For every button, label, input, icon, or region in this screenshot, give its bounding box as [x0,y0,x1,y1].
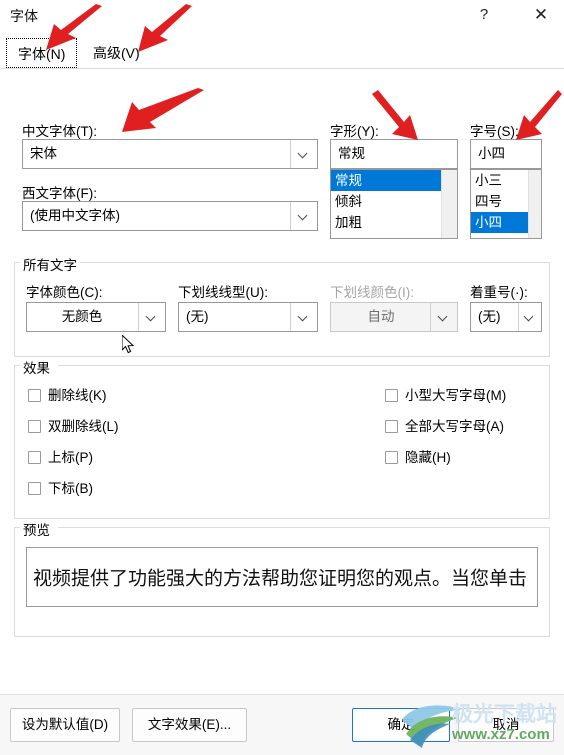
chinese-font-value: 宋体 [30,146,57,161]
checkbox-label: 双删除线(L) [48,419,119,434]
underline-style-label: 下划线线型(U): [178,285,268,300]
font-style-scrollbar[interactable] [441,170,457,238]
underline-color-value: 自动 [367,309,395,324]
latin-font-label: 西文字体(F): [22,186,97,201]
ok-button[interactable]: 确定 [352,708,450,742]
font-color-label: 字体颜色(C): [26,285,103,300]
underline-color-combo: 自动 [330,302,458,332]
checkbox-label: 下标(B) [48,481,93,496]
checkbox-icon[interactable] [28,420,41,433]
close-icon[interactable]: ✕ [524,2,558,28]
set-default-button[interactable]: 设为默认值(D) [10,708,120,742]
title-bar: 字体 ? ✕ [0,0,564,33]
checkbox-label: 全部大写字母(A) [405,419,504,434]
chevron-down-icon[interactable] [518,303,541,331]
group-line-right [58,365,550,366]
chevron-down-icon [430,303,457,331]
latin-font-value: (使用中文字体) [30,208,120,223]
chevron-down-icon[interactable] [138,303,165,331]
chinese-font-combo[interactable]: 宋体 [22,139,318,169]
tab-bar: 字体(N) 高级(V) [0,32,564,69]
font-style-input[interactable]: 常规 [330,139,458,169]
font-size-listbox[interactable]: 小三 四号 小四 [470,169,542,239]
checkbox-label: 隐藏(H) [405,450,451,465]
font-style-label: 字形(Y): [330,124,379,139]
checkbox-icon[interactable] [385,451,398,464]
group-line-right [80,262,550,263]
checkbox-label: 上标(P) [48,450,93,465]
font-style-value: 常规 [338,146,365,161]
emphasis-mark-value: (无) [478,309,501,324]
all-text-group-title: 所有文字 [20,254,80,274]
underline-style-value: (无) [186,309,209,324]
list-item[interactable]: 常规 [331,170,442,191]
chevron-down-icon[interactable] [290,202,317,230]
font-color-value: 无颜色 [61,309,103,324]
preview-box: 视频提供了功能强大的方法帮助您证明您的观点。当您单击 [26,547,538,607]
font-size-scrollbar[interactable] [528,170,541,238]
chevron-down-icon[interactable] [290,303,317,331]
text-effects-button[interactable]: 文字效果(E)... [132,708,247,742]
checkbox-icon[interactable] [385,389,398,402]
preview-group-title: 预览 [20,519,53,539]
preview-text: 视频提供了功能强大的方法帮助您证明您的观点。当您单击 [33,568,528,590]
checkbox-icon[interactable] [28,451,41,464]
list-item[interactable]: 加粗 [331,212,442,233]
underline-style-combo[interactable]: (无) [178,302,318,332]
font-style-listbox[interactable]: 常规 倾斜 加粗 [330,169,458,239]
checkbox-label: 小型大写字母(M) [405,388,507,403]
latin-font-combo[interactable]: (使用中文字体) [22,201,318,231]
effects-group-title: 效果 [20,357,53,377]
tab-font[interactable]: 字体(N) [6,38,78,68]
watermark-brand: 极光下载站 [452,703,557,726]
emphasis-mark-label: 着重号(·): [470,285,528,300]
group-line-right [58,527,550,528]
checkbox-icon[interactable] [28,482,41,495]
help-icon[interactable]: ? [470,2,498,28]
mouse-cursor [122,335,135,354]
checkbox-icon[interactable] [385,420,398,433]
list-item[interactable]: 小三 [471,170,529,191]
checkbox-label: 删除线(K) [48,388,107,403]
list-item[interactable]: 四号 [471,191,529,212]
dialog-body: 中文字体(T): 宋体 西文字体(F): (使用中文字体) 字形(Y): 常规 … [0,69,564,694]
font-size-label: 字号(S): [470,124,519,139]
page-title: 字体 [10,8,38,24]
font-size-value: 小四 [478,146,505,161]
list-item[interactable]: 小四 [471,212,529,233]
chevron-down-icon[interactable] [290,140,317,168]
watermark-url: www.xz7.com [452,726,550,743]
checkbox-icon[interactable] [28,389,41,402]
font-color-combo[interactable]: 无颜色 [26,302,166,332]
underline-color-label: 下划线颜色(I): [330,285,414,300]
font-size-input[interactable]: 小四 [470,139,542,169]
chinese-font-label: 中文字体(T): [22,124,97,139]
emphasis-mark-combo[interactable]: (无) [470,302,542,332]
tab-advanced[interactable]: 高级(V) [82,38,151,68]
list-item[interactable]: 倾斜 [331,191,442,212]
